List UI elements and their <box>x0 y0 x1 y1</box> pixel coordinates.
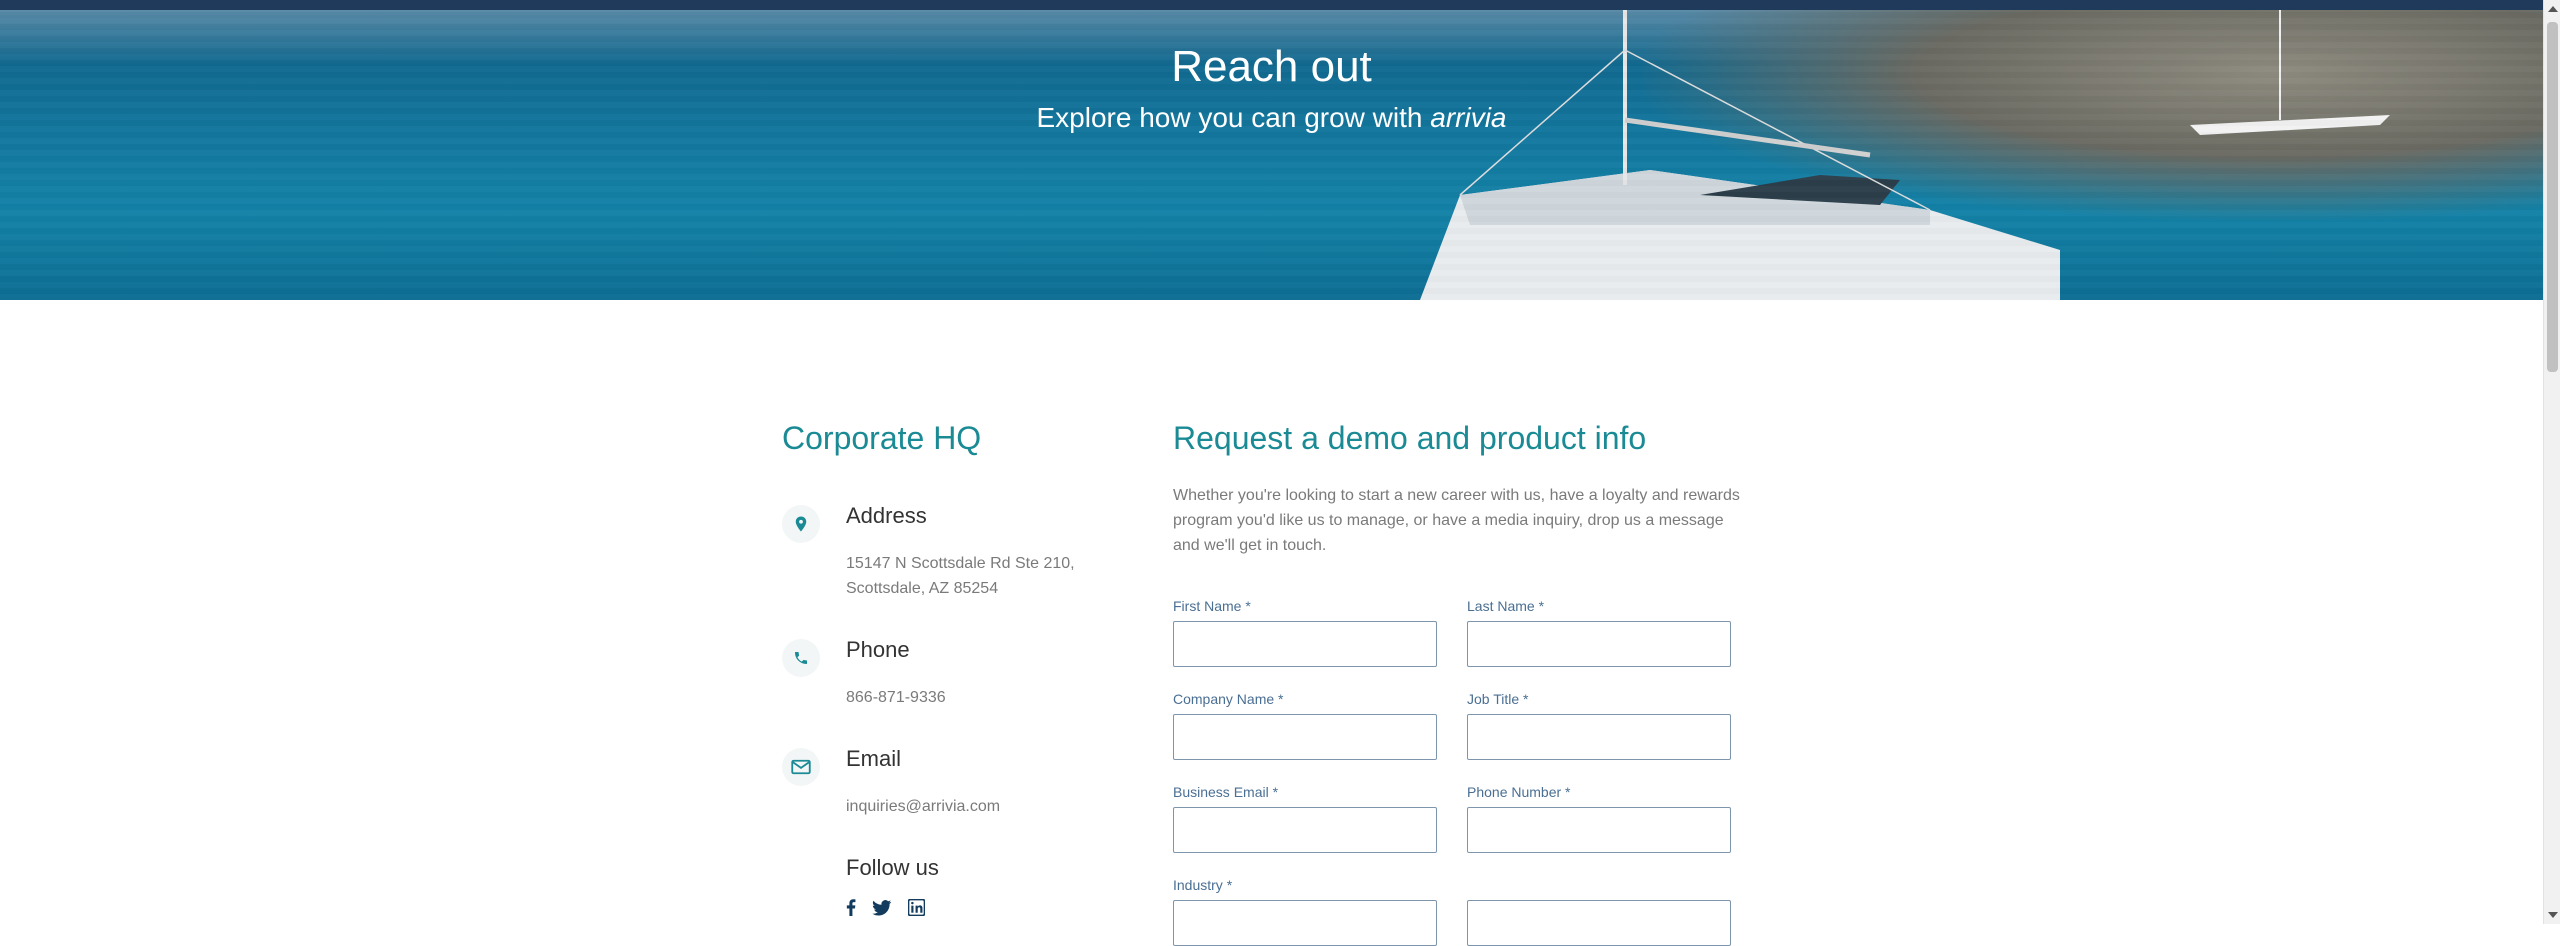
phone-number-input[interactable] <box>1467 807 1731 853</box>
location-pin-icon <box>782 505 820 543</box>
email-address[interactable]: inquiries@arrivia.com <box>846 794 1122 819</box>
follow-us-section: Follow us <box>782 855 1122 916</box>
company-name-input[interactable] <box>1173 714 1437 760</box>
company-name-field: Company Name * <box>1173 691 1437 760</box>
scroll-thumb[interactable] <box>2547 22 2558 372</box>
secondary-input[interactable] <box>1467 900 1731 946</box>
first-name-label: First Name * <box>1173 598 1251 614</box>
last-name-input[interactable] <box>1467 621 1731 667</box>
address-line-1: 15147 N Scottsdale Rd Ste 210, <box>846 555 1075 572</box>
first-name-field: First Name * <box>1173 598 1437 667</box>
twitter-icon[interactable] <box>872 899 892 916</box>
industry-label: Industry * <box>1173 877 1233 893</box>
business-email-input[interactable] <box>1173 807 1437 853</box>
industry-input[interactable] <box>1173 900 1437 946</box>
phone-number-field: Phone Number * <box>1467 784 1731 853</box>
job-title-input[interactable] <box>1467 714 1731 760</box>
envelope-icon <box>782 748 820 786</box>
demo-request-section: Request a demo and product info Whether … <box>1173 420 1753 946</box>
last-name-label: Last Name * <box>1467 598 1545 614</box>
scroll-up-icon[interactable] <box>2548 6 2558 12</box>
form-description: Whether you're looking to start a new ca… <box>1173 487 1740 554</box>
corporate-hq-title: Corporate HQ <box>782 420 982 456</box>
company-name-label: Company Name * <box>1173 691 1284 707</box>
hero-subtitle: Explore how you can grow with arrivia <box>0 102 2543 134</box>
email-heading: Email <box>846 746 902 771</box>
follow-us-label: Follow us <box>846 855 939 880</box>
phone-number[interactable]: 866-871-9336 <box>846 685 1122 710</box>
contact-form: First Name * Last Name * Company Name * … <box>1173 598 1753 946</box>
email-block: Email inquiries@arrivia.com <box>782 746 1122 819</box>
social-links <box>846 899 1122 916</box>
last-name-field: Last Name * <box>1467 598 1731 667</box>
linkedin-icon[interactable] <box>908 899 925 916</box>
business-email-label: Business Email * <box>1173 784 1279 800</box>
scroll-down-icon[interactable] <box>2548 912 2558 918</box>
facebook-icon[interactable] <box>846 899 856 916</box>
address-block: Address 15147 N Scottsdale Rd Ste 210, S… <box>782 503 1122 601</box>
address-line-2: Scottsdale, AZ 85254 <box>846 580 999 597</box>
corporate-hq-section: Corporate HQ Address 15147 N Scottsdale … <box>782 420 1122 916</box>
business-email-field: Business Email * <box>1173 784 1437 853</box>
industry-field: Industry * <box>1173 877 1437 946</box>
address-heading: Address <box>846 503 927 528</box>
secondary-field <box>1467 877 1731 946</box>
vertical-scrollbar[interactable] <box>2543 0 2560 924</box>
first-name-input[interactable] <box>1173 621 1437 667</box>
brand-name: arrivia <box>1430 102 1507 133</box>
hero-title: Reach out <box>1171 42 1372 91</box>
phone-number-label: Phone Number * <box>1467 784 1571 800</box>
phone-icon <box>782 639 820 677</box>
phone-heading: Phone <box>846 637 910 662</box>
top-nav-bar <box>0 0 2543 10</box>
job-title-label: Job Title * <box>1467 691 1529 707</box>
job-title-field: Job Title * <box>1467 691 1731 760</box>
form-title: Request a demo and product info <box>1173 420 1647 456</box>
hero-subtitle-text: Explore how you can grow with <box>1036 102 1431 133</box>
phone-block: Phone 866-871-9336 <box>782 637 1122 710</box>
